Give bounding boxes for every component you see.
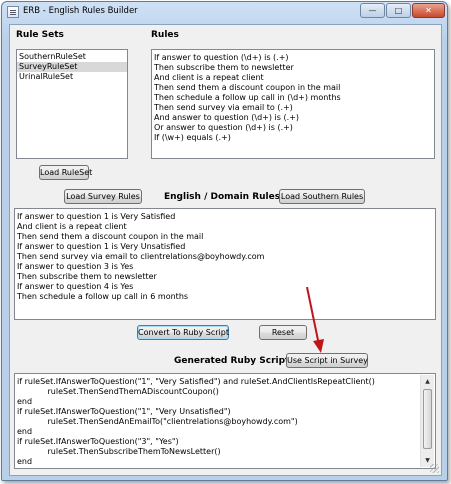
client-area: Rule Sets SouthernRuleSet SurveyRuleSet … [9, 24, 442, 476]
annotation-arrow-head [313, 339, 324, 353]
window-title: ERB - English Rules Builder [23, 6, 138, 16]
load-ruleset-button[interactable]: Load RuleSet [39, 165, 92, 180]
reset-button[interactable]: Reset [259, 325, 307, 340]
rule-item[interactable]: Then send them a discount coupon in the … [152, 83, 434, 93]
app-window: ERB - English Rules Builder — □ ✕ Rule S… [1, 1, 448, 481]
scroll-up-arrow-icon[interactable]: ▲ [421, 375, 434, 388]
maximize-button[interactable]: □ [386, 3, 411, 18]
annotation-arrow [306, 287, 324, 353]
ruby-script-text: if ruleSet.IfAnswerToQuestion("1", "Very… [17, 377, 375, 466]
rule-item[interactable]: And answer to question (\d+) is (.+) [152, 113, 434, 123]
rules-header: Rules [151, 30, 179, 40]
english-rules-header: English / Domain Rules [164, 192, 281, 202]
rule-item[interactable]: If answer to question (\d+) is (.+) [152, 53, 434, 63]
resize-grip[interactable] [430, 464, 439, 473]
annotation-arrow-line [306, 287, 320, 346]
app-icon [7, 6, 19, 18]
title-bar[interactable]: ERB - English Rules Builder — □ ✕ [2, 2, 447, 22]
rule-set-item[interactable]: UrinalRuleSet [17, 72, 127, 82]
load-southern-rules-button[interactable]: Load Southern Rules [279, 189, 365, 204]
rule-item[interactable]: Then schedule a follow up call in (\d+) … [152, 93, 434, 103]
rule-item[interactable]: And client is a repeat client [152, 73, 434, 83]
english-rules-textbox[interactable]: If answer to question 1 is Very Satisfie… [14, 208, 436, 320]
load-survey-rules-button[interactable]: Load Survey Rules [64, 189, 142, 204]
english-rules-text: If answer to question 1 is Very Satisfie… [17, 212, 265, 301]
ruby-script-textbox[interactable]: if ruleSet.IfAnswerToQuestion("1", "Very… [14, 373, 436, 469]
use-script-in-survey-button[interactable]: Use Script in Survey [286, 353, 368, 368]
minimize-button[interactable]: — [360, 3, 385, 18]
rule-item[interactable]: If (\w+) equals (.+) [152, 133, 434, 143]
rule-item[interactable]: Then subscribe them to newsletter [152, 63, 434, 73]
scroll-thumb[interactable] [423, 389, 432, 449]
rule-item[interactable]: Or answer to question (\d+) is (.+) [152, 123, 434, 133]
rule-set-item-selected[interactable]: SurveyRuleSet [17, 62, 127, 72]
rule-set-item[interactable]: SouthernRuleSet [17, 52, 127, 62]
close-button[interactable]: ✕ [412, 3, 445, 18]
rule-item[interactable]: Then send survey via email to (.+) [152, 103, 434, 113]
ruby-script-scrollbar[interactable]: ▲ ▼ [420, 375, 434, 467]
rule-sets-header: Rule Sets [16, 30, 64, 40]
rule-sets-list[interactable]: SouthernRuleSet SurveyRuleSet UrinalRule… [16, 49, 128, 159]
convert-to-ruby-button[interactable]: Convert To Ruby Script [137, 325, 229, 340]
ruby-script-header: Generated Ruby Script [174, 356, 290, 366]
rules-list[interactable]: If answer to question (\d+) is (.+) Then… [151, 49, 435, 159]
